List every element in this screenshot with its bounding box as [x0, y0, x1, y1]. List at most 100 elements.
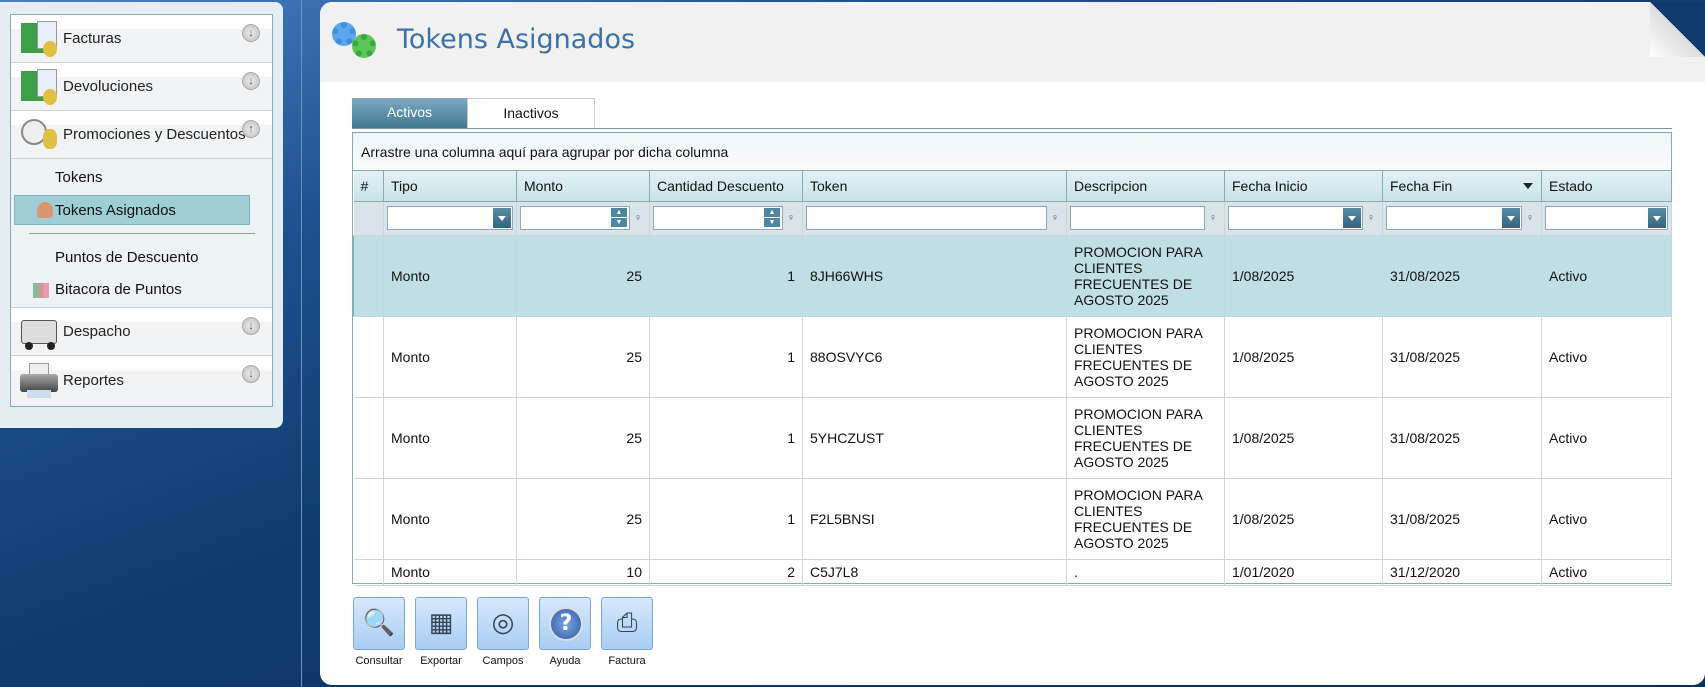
dropdown-arrow-icon[interactable]: [1343, 208, 1361, 228]
sidebar-item-puntos-descuento[interactable]: Puntos de Descuento: [11, 243, 274, 273]
sidebar-group-devoluciones[interactable]: Devoluciones ↓: [11, 63, 272, 111]
filter-icon[interactable]: ♀: [1049, 212, 1061, 224]
chevron-down-icon[interactable]: ↓: [242, 365, 260, 383]
cell-monto: 10: [516, 559, 650, 586]
sidebar-group-despacho[interactable]: Despacho ↓: [11, 308, 272, 356]
cell-row-number: [353, 316, 384, 398]
consultar-button[interactable]: 🔍 Consultar: [352, 597, 406, 667]
cell-tipo: Monto: [383, 316, 517, 398]
filter-icon[interactable]: ♀: [785, 212, 797, 224]
ayuda-button[interactable]: ? Ayuda: [538, 597, 592, 667]
filter-input-estado[interactable]: [1545, 206, 1668, 230]
filter-input-tipo[interactable]: [387, 206, 513, 230]
user-icon: [37, 202, 53, 218]
sort-descending-icon[interactable]: [1523, 183, 1533, 194]
cell-monto: 25: [516, 478, 650, 560]
toolbar-label: Ayuda: [549, 655, 581, 667]
tab-inactivos[interactable]: Inactivos: [467, 98, 595, 128]
table-row[interactable]: Monto 25 1 5YHCZUST PROMOCION PARA CLIENTES …: [353, 397, 1672, 479]
sidebar-item-tokens[interactable]: Tokens: [11, 163, 274, 193]
cell-token: C5J7L8: [802, 559, 1067, 586]
column-header-monto[interactable]: Monto: [516, 171, 650, 202]
group-panel[interactable]: Arrastre una columna aquí para agrupar p…: [353, 133, 1671, 171]
table-row[interactable]: Monto 25 1 88OSVYC6 PROMOCION PARA CLIENTES …: [353, 316, 1672, 398]
cell-estado: Activo: [1541, 235, 1672, 317]
sidebar-group-reportes[interactable]: Reportes ↓: [11, 356, 272, 404]
filter-input-monto[interactable]: ▲ ▼: [520, 206, 630, 230]
sidebar-item-tokens-asignados[interactable]: Tokens Asignados: [14, 195, 250, 225]
exportar-button[interactable]: ▦ Exportar: [414, 597, 468, 667]
tab-activos[interactable]: Activos: [352, 98, 467, 128]
filter-icon[interactable]: ♀: [632, 212, 644, 224]
filter-icon[interactable]: ♀: [1207, 212, 1219, 224]
chevron-down-icon[interactable]: ↓: [242, 24, 260, 42]
sidebar-group-facturas[interactable]: Facturas ↓: [11, 15, 272, 63]
cell-row-number: [353, 235, 384, 317]
filter-input-token[interactable]: [806, 206, 1047, 230]
table-row[interactable]: Monto 10 2 C5J7L8. 1/01/2020 31/12/2020 Activo: [353, 559, 1672, 586]
toolbar-label: Campos: [482, 655, 524, 667]
export-spreadsheet-icon: ▦: [415, 597, 467, 650]
chevron-up-icon[interactable]: ↑: [242, 120, 260, 138]
cell-estado: Activo: [1541, 316, 1672, 398]
dropdown-arrow-icon[interactable]: [1502, 208, 1520, 228]
printer-icon: [19, 360, 59, 400]
column-header-descripcion[interactable]: Descripcion: [1066, 171, 1225, 202]
cell-tipo: Monto: [383, 559, 517, 586]
invoice-coins-icon: [19, 19, 59, 59]
column-header-fecha-fin[interactable]: Fecha Fin: [1382, 171, 1542, 202]
page-title: Tokens Asignados: [397, 24, 636, 55]
cell-estado: Activo: [1541, 559, 1672, 586]
column-header-tipo[interactable]: Tipo: [383, 171, 517, 202]
dropdown-arrow-icon[interactable]: [1648, 208, 1666, 228]
cell-cantidad-descuento: 1: [649, 397, 803, 479]
help-icon: ?: [539, 597, 591, 650]
cell-token: F2L5BNSI: [802, 478, 1067, 560]
cell-descripcion: PROMOCION PARA CLIENTES FRECUENTES DE AG…: [1066, 478, 1225, 560]
page-curl: [1650, 2, 1705, 57]
column-header-token[interactable]: Token: [802, 171, 1067, 202]
campos-button[interactable]: ◎ Campos: [476, 597, 530, 667]
filter-icon[interactable]: ♀: [1365, 212, 1377, 224]
delivery-truck-icon: [19, 312, 59, 352]
cell-cantidad-descuento: 1: [649, 478, 803, 560]
sidebar-item-label: Tokens Asignados: [55, 202, 176, 219]
filter-cell-cantidad-descuento: ▲ ▼ ♀: [649, 201, 803, 236]
page-header: Tokens Asignados: [320, 2, 1705, 82]
table-row[interactable]: Monto 25 1 F2L5BNSI PROMOCION PARA CLIENTES …: [353, 478, 1672, 560]
column-header-estado[interactable]: Estado: [1541, 171, 1672, 202]
filter-input-fecha-fin[interactable]: [1386, 206, 1522, 230]
table-row[interactable]: Monto 25 1 8JH66WHS PROMOCION PARA CLIENTES …: [353, 235, 1672, 317]
tab-strip: Activos Inactivos: [352, 98, 595, 128]
divider: [301, 0, 302, 687]
cell-estado: Activo: [1541, 397, 1672, 479]
column-header-fecha-inicio[interactable]: Fecha Inicio: [1224, 171, 1383, 202]
spinner-icon[interactable]: ▲ ▼: [611, 208, 627, 228]
dropdown-arrow-icon[interactable]: [493, 208, 511, 228]
binoculars-icon: ◎: [477, 597, 529, 650]
filter-input-fecha-inicio[interactable]: [1228, 206, 1363, 230]
column-header-cantidad-descuento[interactable]: Cantidad Descuento: [649, 171, 803, 202]
cell-fecha-inicio: 1/08/2025: [1224, 235, 1383, 317]
filter-cell-fecha-fin: ♀: [1382, 201, 1542, 236]
cell-fecha-fin: 31/08/2025: [1382, 478, 1542, 560]
filter-cell-descripcion: ♀: [1066, 201, 1225, 236]
sidebar-group-label: Promociones y Descuentos: [63, 126, 246, 143]
filter-input-descripcion[interactable]: [1070, 206, 1205, 230]
sidebar-menu: Facturas ↓ Devoluciones ↓ Promociones y …: [10, 14, 273, 407]
cell-descripcion: PROMOCION PARA CLIENTES FRECUENTES DE AG…: [1066, 397, 1225, 479]
sidebar-item-bitacora-puntos[interactable]: Bitacora de Puntos: [11, 275, 274, 305]
sidebar-group-label: Despacho: [63, 323, 131, 340]
filter-icon[interactable]: ♀: [1524, 212, 1536, 224]
sidebar-group-label: Reportes: [63, 371, 124, 389]
filter-input-cantidad-descuento[interactable]: ▲ ▼: [653, 206, 783, 230]
cell-descripcion: PROMOCION PARA CLIENTES FRECUENTES DE AG…: [1066, 235, 1225, 317]
column-header-row-number[interactable]: #: [353, 171, 384, 202]
spinner-icon[interactable]: ▲ ▼: [764, 208, 780, 228]
sidebar-group-promociones[interactable]: Promociones y Descuentos ↑: [11, 111, 272, 159]
cell-fecha-inicio: 1/01/2020: [1224, 559, 1383, 586]
clock-coins-icon: [19, 115, 59, 155]
chevron-down-icon[interactable]: ↓: [242, 317, 260, 335]
factura-button[interactable]: ⎙ Factura: [600, 597, 654, 667]
chevron-down-icon[interactable]: ↓: [242, 72, 260, 90]
